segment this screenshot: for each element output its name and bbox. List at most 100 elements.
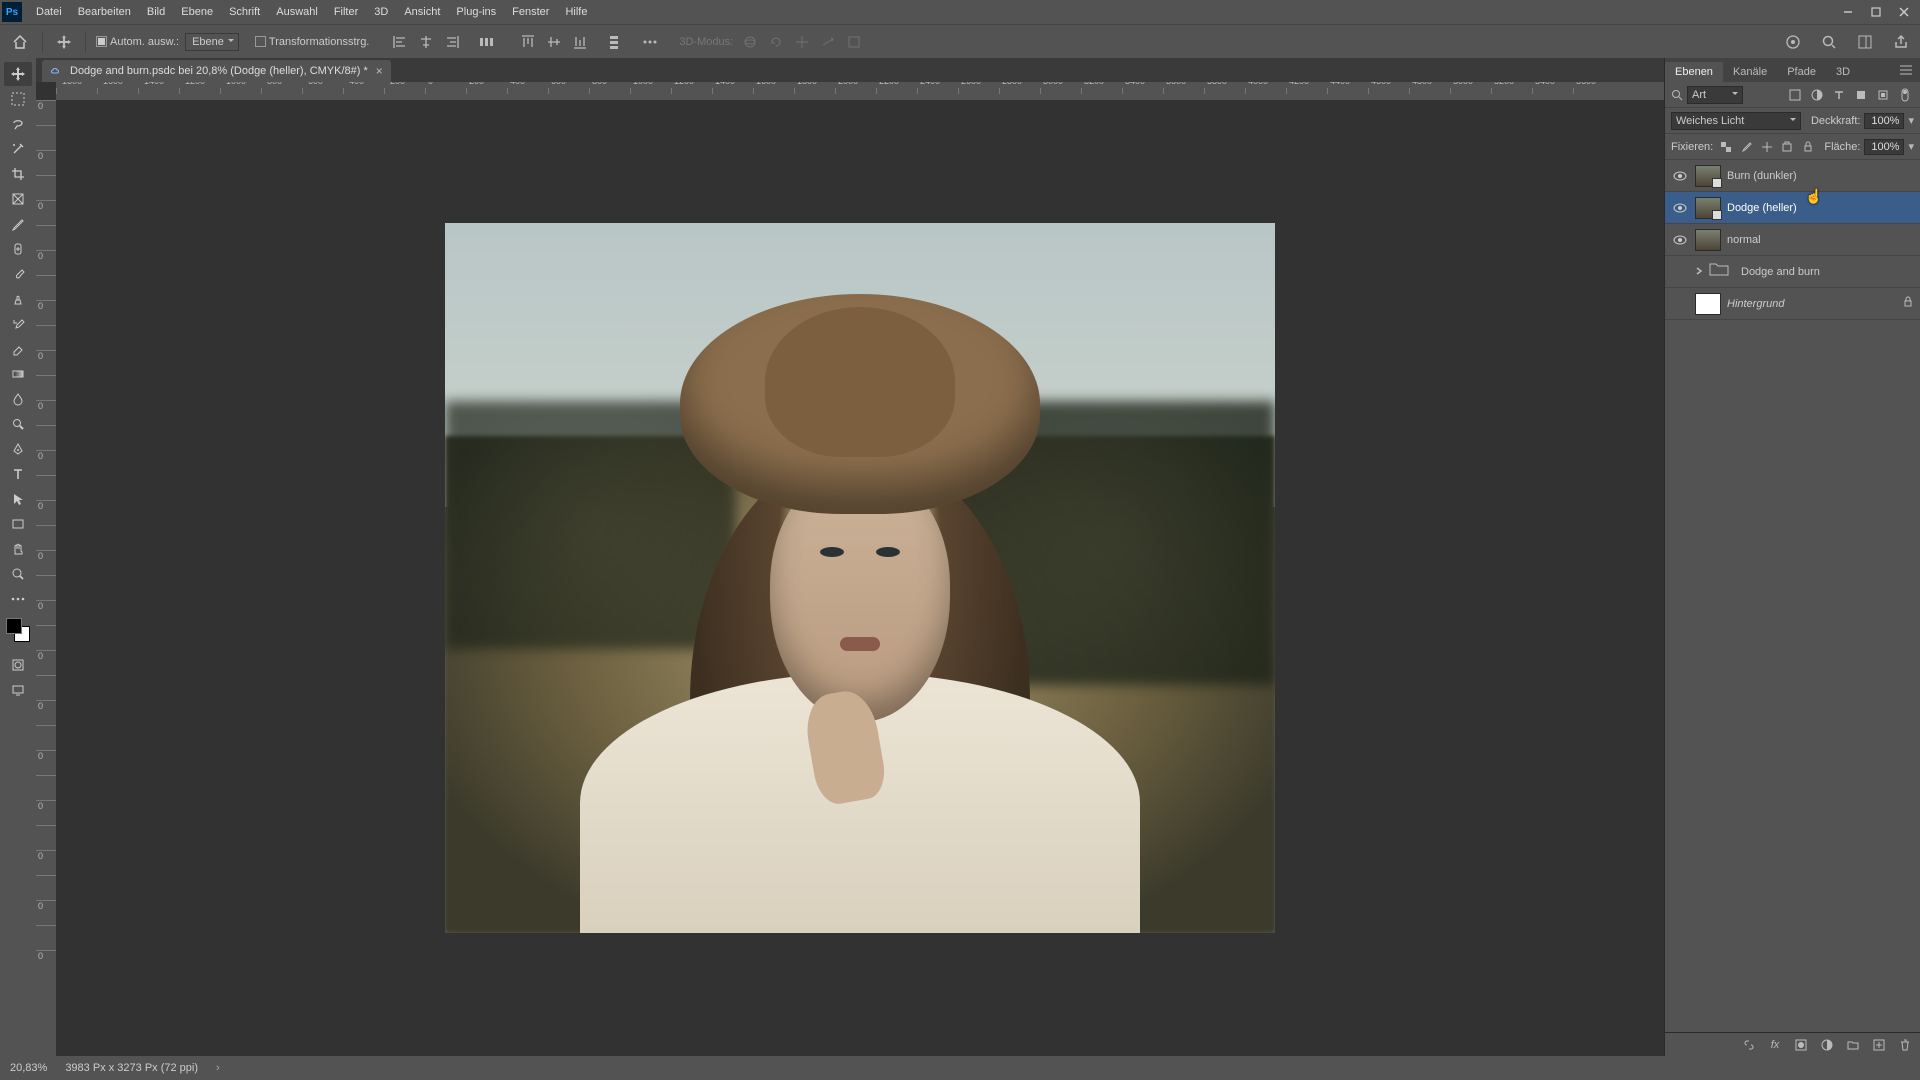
menu-ebene[interactable]: Ebene: [173, 0, 221, 24]
more-tools-icon[interactable]: [4, 587, 32, 611]
layer-visibility-toggle[interactable]: [1671, 231, 1689, 249]
foreground-color-swatch[interactable]: [6, 618, 22, 634]
healing-brush-tool[interactable]: [4, 237, 32, 261]
screen-mode-toggle[interactable]: [4, 678, 32, 702]
frame-tool[interactable]: [4, 187, 32, 211]
lock-artboard-icon[interactable]: [1779, 138, 1796, 156]
menu-3d[interactable]: 3D: [366, 0, 396, 24]
menu-plug-ins[interactable]: Plug-ins: [448, 0, 504, 24]
quick-mask-toggle[interactable]: [4, 653, 32, 677]
menu-ansicht[interactable]: Ansicht: [396, 0, 448, 24]
layer-name[interactable]: Dodge (heller): [1727, 202, 1914, 214]
lock-icon[interactable]: [1902, 296, 1914, 311]
layer-visibility-toggle[interactable]: [1671, 199, 1689, 217]
dodge-tool[interactable]: [4, 412, 32, 436]
blend-mode-dropdown[interactable]: Weiches Licht: [1671, 112, 1801, 130]
zoom-level[interactable]: 20,83%: [10, 1062, 47, 1074]
horizontal-ruler[interactable]: [56, 82, 1664, 100]
fill-input[interactable]: [1864, 139, 1904, 155]
align-left-icon[interactable]: [389, 31, 411, 53]
filter-toggle-switch[interactable]: [1896, 86, 1914, 104]
blur-tool[interactable]: [4, 387, 32, 411]
gradient-tool[interactable]: [4, 362, 32, 386]
menu-datei[interactable]: Datei: [28, 0, 70, 24]
eyedropper-tool[interactable]: [4, 212, 32, 236]
hand-tool[interactable]: [4, 537, 32, 561]
layer-filter-dropdown[interactable]: Art: [1687, 86, 1743, 104]
chevron-down-icon[interactable]: ▾: [1908, 114, 1914, 127]
link-layers-icon[interactable]: [1740, 1036, 1758, 1054]
auto-select-checkbox[interactable]: Autom. ausw.:: [96, 36, 179, 48]
panel-menu-icon[interactable]: [1892, 61, 1920, 82]
panel-tab-pfade[interactable]: Pfade: [1777, 62, 1826, 82]
zoom-tool[interactable]: [4, 562, 32, 586]
panel-tab-ebenen[interactable]: Ebenen: [1665, 62, 1723, 82]
close-button[interactable]: [1890, 2, 1918, 22]
layer-thumbnail[interactable]: [1695, 229, 1721, 251]
app-logo[interactable]: Ps: [2, 2, 22, 22]
layer-row[interactable]: normal: [1665, 224, 1920, 256]
layer-effects-icon[interactable]: fx: [1766, 1036, 1784, 1054]
filter-smart-icon[interactable]: [1874, 86, 1892, 104]
layer-thumbnail[interactable]: [1695, 293, 1721, 315]
lock-pixels-icon[interactable]: [1738, 138, 1755, 156]
layer-thumbnail[interactable]: [1695, 165, 1721, 187]
layer-visibility-toggle[interactable]: [1671, 167, 1689, 185]
new-adjustment-icon[interactable]: [1818, 1036, 1836, 1054]
foreground-background-colors[interactable]: [4, 616, 32, 644]
filter-type-icon[interactable]: [1830, 86, 1848, 104]
document-tab[interactable]: Dodge and burn.psdc bei 20,8% (Dodge (he…: [42, 60, 391, 82]
move-tool[interactable]: [4, 62, 32, 86]
lock-all-icon[interactable]: [1800, 138, 1817, 156]
rectangle-shape-tool[interactable]: [4, 512, 32, 536]
menu-auswahl[interactable]: Auswahl: [268, 0, 326, 24]
lock-transparency-icon[interactable]: [1717, 138, 1734, 156]
layer-row[interactable]: Hintergrund: [1665, 288, 1920, 320]
filter-adjust-icon[interactable]: [1808, 86, 1826, 104]
layer-visibility-toggle[interactable]: [1671, 295, 1689, 313]
lasso-tool[interactable]: [4, 112, 32, 136]
align-right-icon[interactable]: [441, 31, 463, 53]
layer-thumbnail[interactable]: [1695, 197, 1721, 219]
filter-shape-icon[interactable]: [1852, 86, 1870, 104]
brush-tool[interactable]: [4, 262, 32, 286]
menu-filter[interactable]: Filter: [326, 0, 366, 24]
align-top-icon[interactable]: [517, 31, 539, 53]
delete-layer-icon[interactable]: [1896, 1036, 1914, 1054]
magic-wand-tool[interactable]: [4, 137, 32, 161]
layer-name[interactable]: Hintergrund: [1727, 298, 1896, 310]
minimize-button[interactable]: [1834, 2, 1862, 22]
history-brush-tool[interactable]: [4, 312, 32, 336]
move-tool-icon[interactable]: [53, 31, 75, 53]
menu-hilfe[interactable]: Hilfe: [557, 0, 595, 24]
add-mask-icon[interactable]: [1792, 1036, 1810, 1054]
auto-select-target-dropdown[interactable]: Ebene: [185, 33, 239, 51]
clone-stamp-tool[interactable]: [4, 287, 32, 311]
close-tab-icon[interactable]: ×: [376, 65, 383, 77]
pen-tool[interactable]: [4, 437, 32, 461]
search-icon[interactable]: [1818, 31, 1840, 53]
distribute-spacing-icon[interactable]: [475, 31, 497, 53]
distribute-vertical-icon[interactable]: [603, 31, 625, 53]
group-disclosure-icon[interactable]: [1695, 266, 1703, 278]
new-group-icon[interactable]: [1844, 1036, 1862, 1054]
layer-name[interactable]: Burn (dunkler): [1727, 170, 1914, 182]
cloud-docs-icon[interactable]: [1782, 31, 1804, 53]
layer-row[interactable]: Dodge (heller): [1665, 192, 1920, 224]
share-icon[interactable]: [1890, 31, 1912, 53]
layer-name[interactable]: Dodge and burn: [1741, 266, 1914, 278]
align-bottom-icon[interactable]: [569, 31, 591, 53]
menu-bearbeiten[interactable]: Bearbeiten: [70, 0, 139, 24]
menu-schrift[interactable]: Schrift: [221, 0, 268, 24]
more-options-icon[interactable]: [639, 31, 661, 53]
maximize-button[interactable]: [1862, 2, 1890, 22]
new-layer-icon[interactable]: [1870, 1036, 1888, 1054]
path-select-tool[interactable]: [4, 487, 32, 511]
menu-bild[interactable]: Bild: [139, 0, 173, 24]
vertical-ruler[interactable]: 000000000000000000: [36, 100, 56, 1056]
layer-row[interactable]: Dodge and burn: [1665, 256, 1920, 288]
opacity-input[interactable]: [1864, 113, 1904, 129]
align-hcenter-icon[interactable]: [415, 31, 437, 53]
canvas[interactable]: [56, 100, 1664, 1056]
home-button[interactable]: [8, 30, 32, 54]
